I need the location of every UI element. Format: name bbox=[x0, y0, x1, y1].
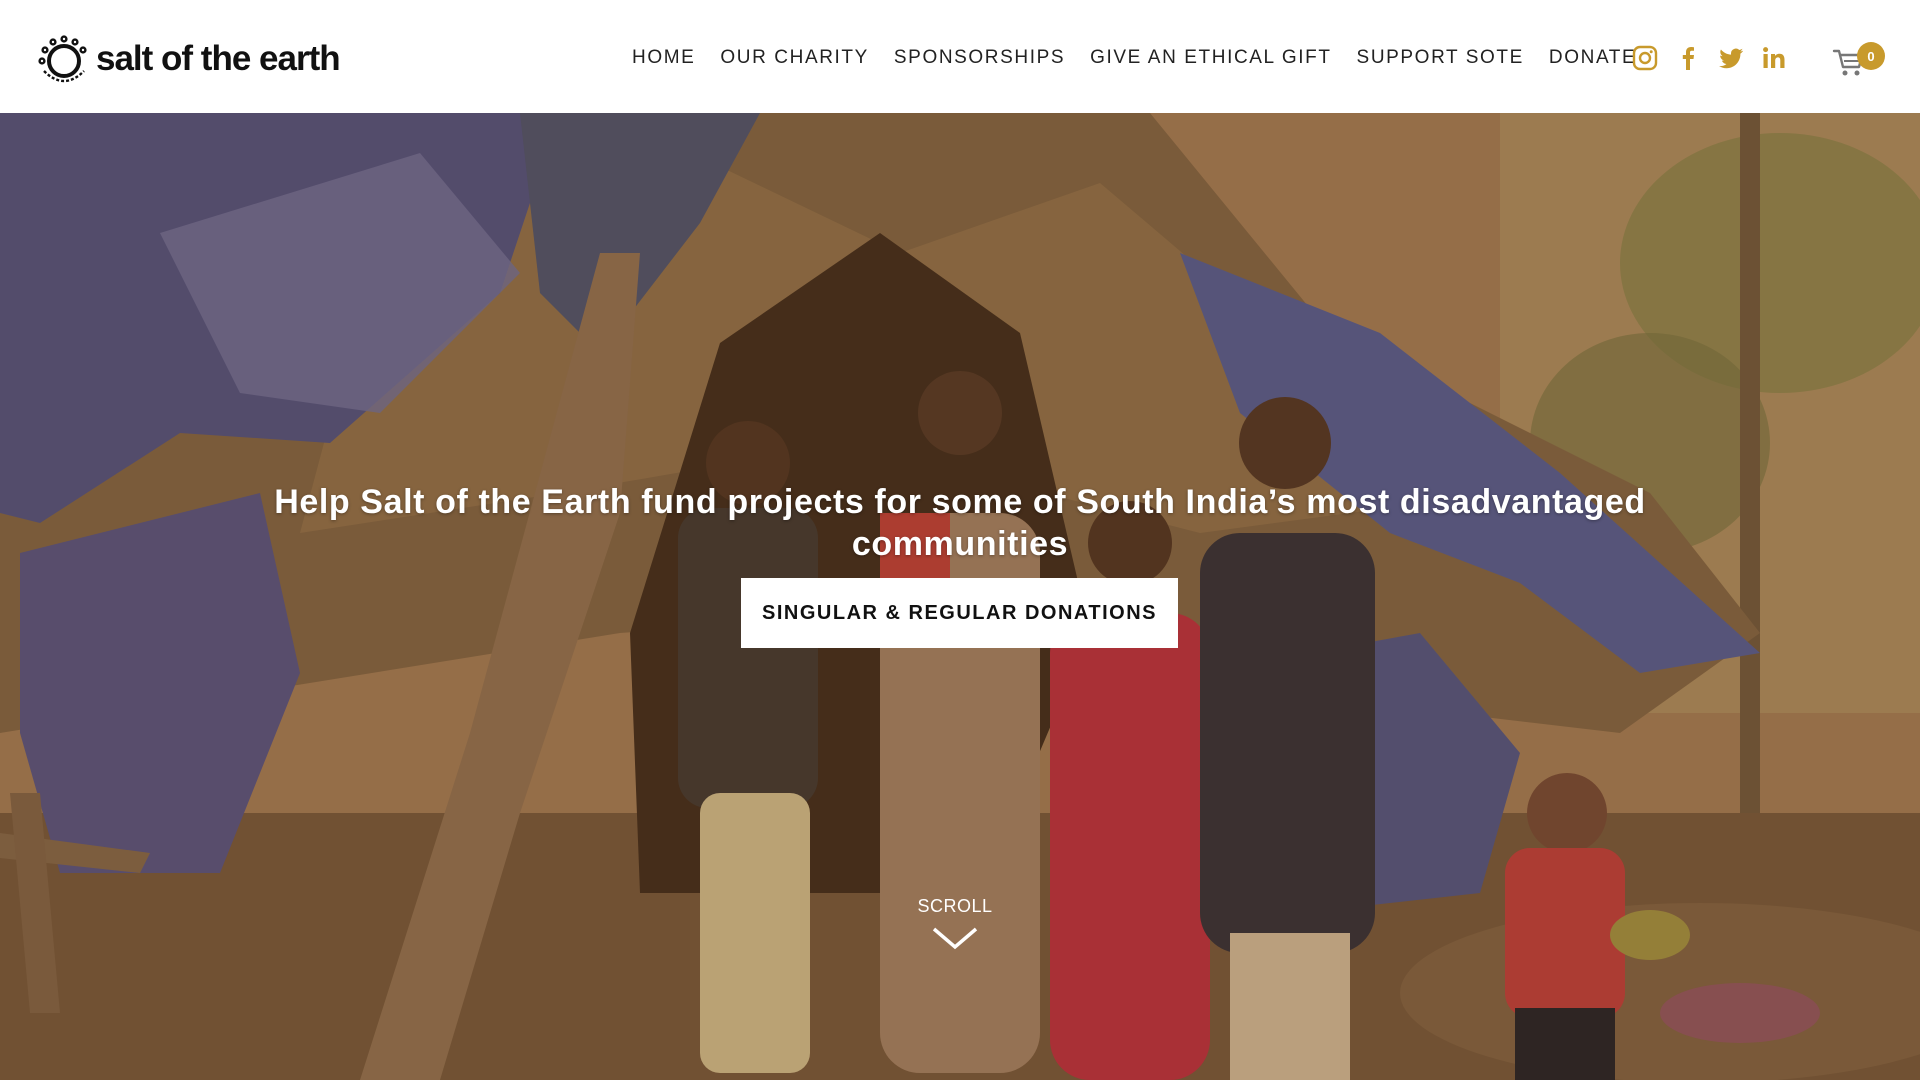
main-nav: HOME OUR CHARITY SPONSORSHIPS GIVE AN ET… bbox=[632, 47, 1636, 69]
cart-count-badge[interactable]: 0 bbox=[1857, 42, 1885, 70]
twitter-icon[interactable] bbox=[1718, 45, 1744, 71]
donations-cta-button[interactable]: SINGULAR & REGULAR DONATIONS bbox=[741, 578, 1178, 648]
site-header: salt of the earth HOME OUR CHARITY SPONS… bbox=[0, 0, 1920, 113]
social-links bbox=[1632, 45, 1787, 71]
logo-wordmark: salt of the earth bbox=[96, 39, 341, 78]
hero-headline: Help Salt of the Earth fund projects for… bbox=[274, 482, 1646, 563]
nav-item-home[interactable]: HOME bbox=[632, 47, 695, 69]
hero-section: Help Salt of the Earth fund projects for… bbox=[0, 113, 1920, 1080]
site-logo[interactable]: salt of the earth bbox=[34, 30, 341, 92]
instagram-icon[interactable] bbox=[1632, 45, 1658, 71]
chevron-down-icon bbox=[932, 927, 978, 950]
nav-item-support-sote[interactable]: SUPPORT SOTE bbox=[1357, 47, 1524, 69]
scroll-indicator[interactable]: SCROLL bbox=[900, 896, 1010, 951]
nav-item-donate[interactable]: DONATE bbox=[1549, 47, 1636, 69]
logo-sun-icon bbox=[38, 35, 87, 83]
scroll-label: SCROLL bbox=[917, 896, 993, 916]
nav-item-our-charity[interactable]: OUR CHARITY bbox=[720, 47, 869, 69]
nav-item-sponsorships[interactable]: SPONSORSHIPS bbox=[894, 47, 1065, 69]
facebook-icon[interactable] bbox=[1675, 45, 1701, 71]
nav-item-give-ethical-gift[interactable]: GIVE AN ETHICAL GIFT bbox=[1090, 47, 1331, 69]
linkedin-icon[interactable] bbox=[1761, 45, 1787, 71]
